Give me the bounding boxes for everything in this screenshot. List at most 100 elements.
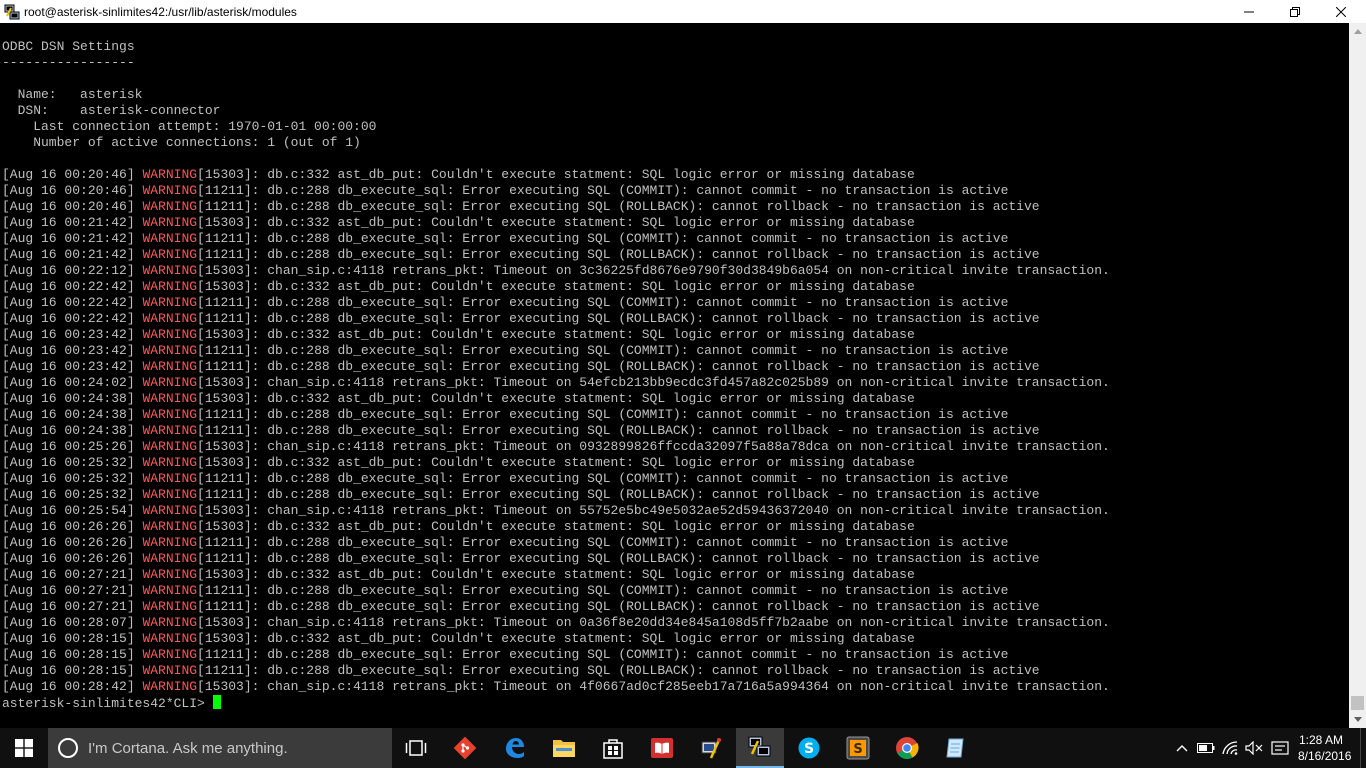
taskbar-reader[interactable]: [638, 728, 686, 768]
battery-indicator[interactable]: [1194, 728, 1218, 768]
taskbar-sublime[interactable]: S: [834, 728, 882, 768]
taskbar-notepad[interactable]: [932, 728, 980, 768]
log-line: [Aug 16 00:27:21] WARNING[15303]: db.c:3…: [2, 567, 1110, 583]
log-level: WARNING: [142, 439, 198, 454]
git-icon: [453, 736, 477, 760]
taskbar-file-explorer[interactable]: [540, 728, 588, 768]
log-message: : db.c:288 db_execute_sql: Error executi…: [251, 551, 1040, 566]
terminal-header-line: ODBC DSN Settings: [2, 39, 135, 54]
taskbar-edge[interactable]: [491, 728, 539, 768]
log-timestamp: [Aug 16 00:22:42]: [2, 311, 143, 326]
log-timestamp: [Aug 16 00:28:15]: [2, 647, 143, 662]
taskbar-skype[interactable]: S: [785, 728, 833, 768]
log-line: [Aug 16 00:20:46] WARNING[11211]: db.c:2…: [2, 183, 1110, 199]
log-line: [Aug 16 00:26:26] WARNING[15303]: db.c:3…: [2, 519, 1110, 535]
log-message: : chan_sip.c:4118 retrans_pkt: Timeout o…: [251, 263, 1110, 278]
log-message: : db.c:332 ast_db_put: Couldn't execute …: [251, 279, 915, 294]
scroll-up-arrow[interactable]: [1349, 23, 1366, 40]
log-message: : db.c:288 db_execute_sql: Error executi…: [251, 647, 1009, 662]
volume-muted-icon: [1245, 741, 1263, 755]
log-line: [Aug 16 00:28:07] WARNING[15303]: chan_s…: [2, 615, 1110, 631]
log-level: WARNING: [142, 167, 198, 182]
log-pid: [15303]: [197, 503, 252, 518]
log-line: [Aug 16 00:22:42] WARNING[11211]: db.c:2…: [2, 295, 1110, 311]
log-message: : db.c:332 ast_db_put: Couldn't execute …: [251, 631, 915, 646]
log-pid: [11211]: [197, 663, 252, 678]
log-line: [Aug 16 00:25:54] WARNING[15303]: chan_s…: [2, 503, 1110, 519]
log-level: WARNING: [142, 551, 198, 566]
log-line: [Aug 16 00:24:38] WARNING[15303]: db.c:3…: [2, 391, 1110, 407]
minimize-icon: [1244, 11, 1254, 12]
log-message: : chan_sip.c:4118 retrans_pkt: Timeout o…: [251, 375, 1110, 390]
terminal-area[interactable]: ODBC DSN Settings ----------------- Name:…: [0, 23, 1349, 728]
taskbar-chrome[interactable]: [883, 728, 931, 768]
log-message: : db.c:332 ast_db_put: Couldn't execute …: [251, 567, 915, 582]
window-title: root@asterisk-sinlimites42:/usr/lib/aste…: [24, 4, 297, 19]
vertical-scrollbar[interactable]: [1349, 23, 1366, 728]
cortana-search-box[interactable]: I'm Cortana. Ask me anything.: [48, 728, 392, 768]
cli-prompt-line: asterisk-sinlimites42*CLI>: [2, 695, 1110, 711]
log-timestamp: [Aug 16 00:27:21]: [2, 583, 143, 598]
log-line: [Aug 16 00:28:15] WARNING[11211]: db.c:2…: [2, 647, 1110, 663]
taskbar-store[interactable]: [589, 728, 637, 768]
log-pid: [15303]: [197, 215, 252, 230]
log-pid: [15303]: [197, 263, 252, 278]
title-bar[interactable]: root@asterisk-sinlimites42:/usr/lib/aste…: [0, 0, 1366, 23]
taskbar-clock[interactable]: 1:28 AM 8/16/2016: [1298, 732, 1351, 764]
start-button[interactable]: [0, 728, 48, 768]
log-timestamp: [Aug 16 00:23:42]: [2, 343, 143, 358]
close-button[interactable]: [1318, 0, 1364, 23]
log-timestamp: [Aug 16 00:21:42]: [2, 231, 143, 246]
log-timestamp: [Aug 16 00:21:42]: [2, 215, 143, 230]
text-cursor: [212, 695, 221, 709]
log-pid: [15303]: [197, 279, 252, 294]
file-explorer-icon: [553, 740, 575, 757]
log-message: : db.c:288 db_execute_sql: Error executi…: [251, 295, 1009, 310]
task-view-button[interactable]: [392, 728, 440, 768]
log-message: : db.c:288 db_execute_sql: Error executi…: [251, 343, 1009, 358]
log-message: : chan_sip.c:4118 retrans_pkt: Timeout o…: [251, 679, 1110, 694]
log-pid: [15303]: [197, 391, 252, 406]
taskbar-network-tool[interactable]: [687, 728, 735, 768]
putty-icon[interactable]: [4, 4, 20, 20]
log-line: [Aug 16 00:28:15] WARNING[15303]: db.c:3…: [2, 631, 1110, 647]
log-timestamp: [Aug 16 00:23:42]: [2, 359, 143, 374]
clock-time: 1:28 AM: [1298, 733, 1344, 747]
log-timestamp: [Aug 16 00:25:32]: [2, 471, 143, 486]
minimize-button[interactable]: [1226, 0, 1272, 23]
log-timestamp: [Aug 16 00:20:46]: [2, 183, 143, 198]
log-pid: [15303]: [197, 327, 252, 342]
log-timestamp: [Aug 16 00:21:42]: [2, 247, 143, 262]
log-line: [Aug 16 00:20:46] WARNING[11211]: db.c:2…: [2, 199, 1110, 215]
network-indicator[interactable]: [1218, 728, 1242, 768]
taskbar-putty[interactable]: [736, 728, 784, 768]
terminal-output: ODBC DSN Settings ----------------- Name:…: [2, 39, 1110, 711]
log-message: : db.c:332 ast_db_put: Couldn't execute …: [251, 215, 915, 230]
log-level: WARNING: [142, 535, 198, 550]
log-level: WARNING: [142, 503, 198, 518]
cli-prompt: asterisk-sinlimites42*CLI>: [2, 696, 213, 711]
scrollbar-thumb[interactable]: [1351, 696, 1364, 710]
log-line: [Aug 16 00:21:42] WARNING[11211]: db.c:2…: [2, 231, 1110, 247]
log-message: : db.c:288 db_execute_sql: Error executi…: [251, 599, 1040, 614]
show-hidden-icons-button[interactable]: [1170, 728, 1194, 768]
log-message: : db.c:288 db_execute_sql: Error executi…: [251, 471, 1009, 486]
show-desktop-button[interactable]: [1360, 728, 1366, 768]
notepad-icon: [946, 738, 964, 758]
log-message: : db.c:332 ast_db_put: Couldn't execute …: [251, 391, 915, 406]
scroll-down-arrow[interactable]: [1349, 711, 1366, 728]
log-message: : db.c:288 db_execute_sql: Error executi…: [251, 583, 1009, 598]
volume-indicator[interactable]: [1242, 728, 1266, 768]
restore-button[interactable]: [1272, 0, 1318, 23]
log-line: [Aug 16 00:22:42] WARNING[15303]: db.c:3…: [2, 279, 1110, 295]
log-message: : db.c:288 db_execute_sql: Error executi…: [251, 359, 1040, 374]
log-level: WARNING: [142, 631, 198, 646]
taskbar-git[interactable]: [441, 728, 489, 768]
log-timestamp: [Aug 16 00:27:21]: [2, 567, 143, 582]
input-indicator[interactable]: [1266, 728, 1294, 768]
log-level: WARNING: [142, 375, 198, 390]
log-timestamp: [Aug 16 00:22:12]: [2, 263, 143, 278]
log-pid: [11211]: [197, 231, 252, 246]
log-level: WARNING: [142, 215, 198, 230]
log-line: [Aug 16 00:24:38] WARNING[11211]: db.c:2…: [2, 407, 1110, 423]
